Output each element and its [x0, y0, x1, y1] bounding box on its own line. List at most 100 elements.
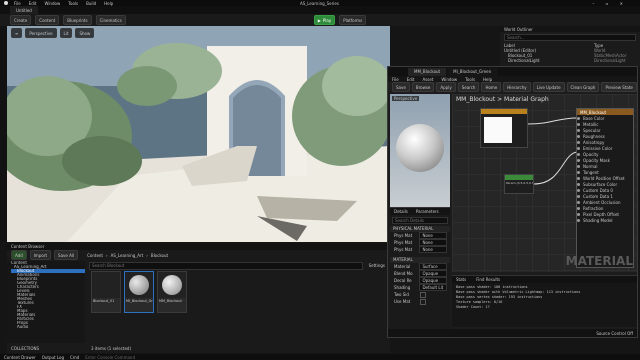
tab-mi-blockout-green[interactable]: MI_Blockout_Green — [447, 67, 499, 76]
save-all-label: Save All — [58, 252, 75, 258]
node-pin[interactable]: World Position Offset — [577, 175, 633, 181]
breadcrumb-folder[interactable]: AS_Learning_Art — [111, 253, 144, 258]
menu-file[interactable]: File — [14, 1, 21, 6]
property-row: Material Surface — [390, 263, 450, 270]
property-value[interactable]: Opaque — [419, 270, 447, 277]
me-apply-button[interactable]: Apply — [436, 82, 456, 92]
show-button[interactable]: Show — [75, 28, 95, 38]
add-button[interactable]: Add — [11, 250, 27, 260]
me-menu-asset[interactable]: Asset — [422, 77, 433, 82]
ue-logo-icon[interactable] — [4, 1, 8, 5]
me-search-label: Search — [461, 84, 476, 90]
pin-label: Opacity Mask — [583, 157, 610, 163]
menu-help[interactable]: Help — [104, 1, 113, 6]
folder-item[interactable]: Audio — [11, 325, 85, 329]
menu-tools[interactable]: Tools — [68, 1, 78, 6]
property-value[interactable]: None — [419, 239, 447, 246]
settings-button[interactable]: Settings — [369, 263, 385, 268]
output-log-button[interactable]: Output Log — [42, 355, 64, 360]
me-menu-tools[interactable]: Tools — [465, 77, 475, 82]
checkbox[interactable] — [420, 291, 426, 298]
folder-tree: Content AS_Learning_Art Blockout Animati… — [7, 261, 85, 343]
lit-label: Lit — [63, 30, 69, 36]
property-label: Blend Mo — [394, 271, 413, 276]
me-hierarchy-button[interactable]: Hierarchy — [503, 82, 531, 92]
parameters-tab[interactable]: Parameters — [416, 209, 439, 214]
blueprints-label: Blueprints — [67, 17, 88, 23]
find-results-tab[interactable]: Find Results — [476, 277, 500, 282]
property-value[interactable]: Surface — [419, 263, 447, 270]
stats-tab[interactable]: Stats — [456, 277, 466, 282]
material-sphere-icon — [162, 275, 182, 295]
lit-button[interactable]: Lit — [59, 28, 73, 38]
level-viewport[interactable]: ≡ Perspective Lit Show — [7, 26, 390, 242]
import-button[interactable]: Import — [29, 250, 52, 260]
property-value[interactable]: Opaque — [419, 277, 447, 284]
details-search-input[interactable]: Search Details — [392, 217, 448, 224]
play-icon: ▶ — [317, 17, 321, 23]
me-live-update-button[interactable]: Live Update — [532, 82, 565, 92]
menu-edit[interactable]: Edit — [29, 1, 37, 6]
asset-search-input[interactable]: Search Blockout — [89, 261, 363, 270]
console-input[interactable]: Enter Console Command — [85, 355, 135, 360]
property-value[interactable]: Default Lit — [419, 284, 447, 291]
pin-label: Specular — [583, 127, 601, 133]
outliner-row[interactable]: DirectionalLight DirectionalLight — [500, 58, 640, 63]
pin-label: Opacity — [583, 151, 599, 157]
me-save-button[interactable]: Save — [392, 82, 410, 92]
menu-build[interactable]: Build — [86, 1, 96, 6]
blueprints-button[interactable]: Blueprints — [63, 15, 92, 25]
me-preview-state-button[interactable]: Preview State — [601, 82, 637, 92]
outliner-search-input[interactable]: Search... — [504, 34, 636, 41]
viewport-options-button[interactable]: ≡ — [11, 28, 23, 38]
create-button[interactable]: Create — [10, 15, 32, 25]
play-button[interactable]: ▶ Play — [313, 15, 336, 25]
asset-tile[interactable]: Blockout_01 — [91, 271, 121, 313]
collections-header[interactable]: COLLECTIONS — [11, 346, 39, 351]
me-live-update-label: Live Update — [536, 84, 561, 90]
project-name: AS_Learning_Series — [300, 0, 339, 6]
me-menu-help[interactable]: Help — [483, 77, 492, 82]
property-value[interactable]: None — [419, 232, 447, 239]
me-home-button[interactable]: Home — [481, 82, 502, 92]
window-controls[interactable]: – ▫ ✕ — [592, 1, 628, 6]
menu-window[interactable]: Window — [44, 1, 60, 6]
me-browse-button[interactable]: Browse — [411, 82, 435, 92]
pin-label: Subsurface Color — [583, 181, 618, 187]
node-pin[interactable]: Shading Model — [577, 217, 633, 223]
checkbox[interactable] — [420, 298, 426, 305]
me-home-label: Home — [485, 84, 498, 90]
main-toolbar: Create Content Blueprints Cinematics ▶ Pl… — [0, 14, 640, 26]
content-drawer-button[interactable]: Content Drawer — [4, 355, 36, 360]
cinematics-button[interactable]: Cinematics — [95, 15, 126, 25]
me-source-control[interactable]: Source Control Off — [596, 331, 633, 336]
me-menu-file[interactable]: File — [392, 77, 399, 82]
tab-mm-blockout[interactable]: MM_Blockout — [408, 67, 448, 76]
save-all-button[interactable]: Save All — [54, 250, 79, 260]
breadcrumb-content[interactable]: Content — [87, 253, 103, 258]
content-button[interactable]: Content — [35, 15, 60, 25]
details-tab[interactable]: Details — [394, 209, 408, 214]
property-value[interactable]: None — [419, 246, 447, 253]
me-menu-edit[interactable]: Edit — [407, 77, 415, 82]
cmd-label[interactable]: Cmd — [70, 355, 79, 360]
material-graph[interactable]: MM_Blockout > Material Graph Param (0.5,… — [452, 94, 637, 272]
me-search-button[interactable]: Search — [457, 82, 480, 92]
asset-tile[interactable]: MM_Blockout — [157, 271, 187, 313]
content-browser-title: Content Browser — [11, 244, 45, 249]
me-clean-graph-button[interactable]: Clean Graph — [566, 82, 600, 92]
asset-tile[interactable]: MI_Blockout_Green — [124, 271, 154, 313]
breadcrumb-folder[interactable]: Blockout — [151, 253, 168, 258]
platforms-button[interactable]: Platforms — [339, 15, 367, 25]
me-clean-graph-label: Clean Graph — [570, 84, 596, 90]
preview-perspective-label[interactable]: Perspective — [392, 96, 420, 101]
me-menu-window[interactable]: Window — [441, 77, 457, 82]
asset-name: MM_Blockout — [159, 299, 182, 303]
pin-label: Pixel Depth Offset — [583, 211, 619, 217]
details-tabs: Details Parameters — [390, 208, 450, 215]
level-tab[interactable]: Untitled — [10, 6, 39, 14]
perspective-button[interactable]: Perspective — [25, 28, 57, 38]
content-browser-toolbar: Add Import Save All Content › AS_Learnin… — [7, 250, 390, 260]
material-output-node[interactable]: MM_Blockout Base Color Metallic Specular… — [576, 108, 634, 268]
material-editor-toolbar: Save Browse Apply Search Home Hierarchy … — [388, 82, 637, 92]
